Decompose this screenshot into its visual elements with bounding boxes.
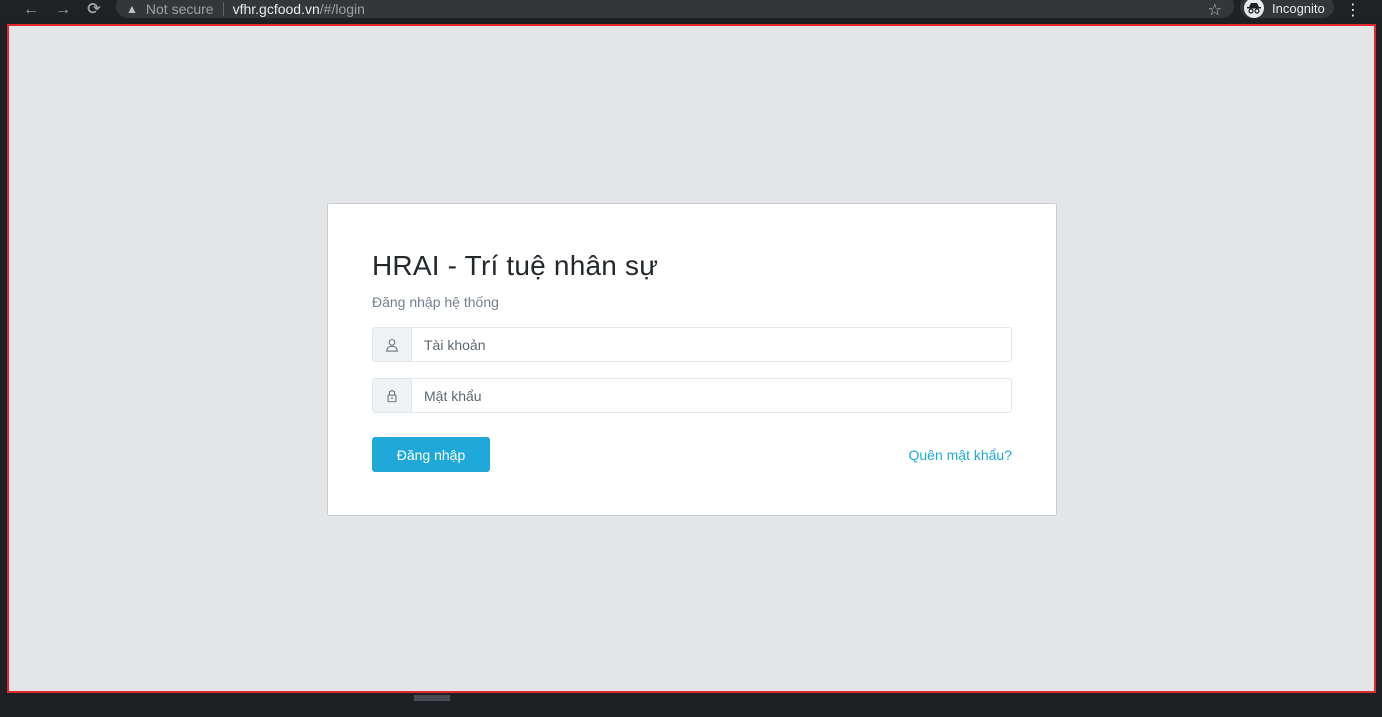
forgot-password-link[interactable]: Quên mật khẩu? <box>908 447 1012 463</box>
url-path: /#/login <box>319 1 365 17</box>
username-input[interactable] <box>412 328 1011 361</box>
taskbar-active-item[interactable] <box>414 695 450 701</box>
address-bar[interactable]: ▲ Not secure vfhr.gcfood.vn /#/login ☆ <box>116 0 1234 20</box>
browser-toolbar: ← → ⟳ ▲ Not secure vfhr.gcfood.vn /#/log… <box>0 0 1382 20</box>
security-label[interactable]: Not secure <box>146 1 214 17</box>
password-input[interactable] <box>412 379 1011 412</box>
reload-icon[interactable]: ⟳ <box>83 0 105 20</box>
login-card: HRAI - Trí tuệ nhân sự Đăng nhập hệ thốn… <box>327 203 1057 516</box>
page-viewport: HRAI - Trí tuệ nhân sự Đăng nhập hệ thốn… <box>7 24 1376 693</box>
page-subtitle: Đăng nhập hệ thống <box>372 294 499 310</box>
forward-icon[interactable]: → <box>52 0 74 20</box>
username-group <box>372 327 1012 362</box>
address-divider <box>222 2 224 16</box>
incognito-icon <box>1244 0 1264 18</box>
user-icon <box>373 328 412 361</box>
page-title: HRAI - Trí tuệ nhân sự <box>372 250 659 281</box>
bookmark-star-icon[interactable]: ☆ <box>1208 0 1222 20</box>
login-button[interactable]: Đăng nhập <box>372 437 490 472</box>
browser-menu-icon[interactable]: ⋮ <box>1344 0 1362 20</box>
lock-icon <box>373 379 412 412</box>
url-host: vfhr.gcfood.vn <box>232 1 320 17</box>
login-actions: Đăng nhập Quên mật khẩu? <box>372 437 1012 472</box>
back-icon[interactable]: ← <box>20 0 42 20</box>
warning-icon: ▲ <box>126 2 138 16</box>
password-group <box>372 378 1012 413</box>
taskbar-strip <box>0 695 1382 717</box>
incognito-indicator[interactable]: Incognito <box>1240 0 1334 18</box>
incognito-label: Incognito <box>1272 1 1325 16</box>
